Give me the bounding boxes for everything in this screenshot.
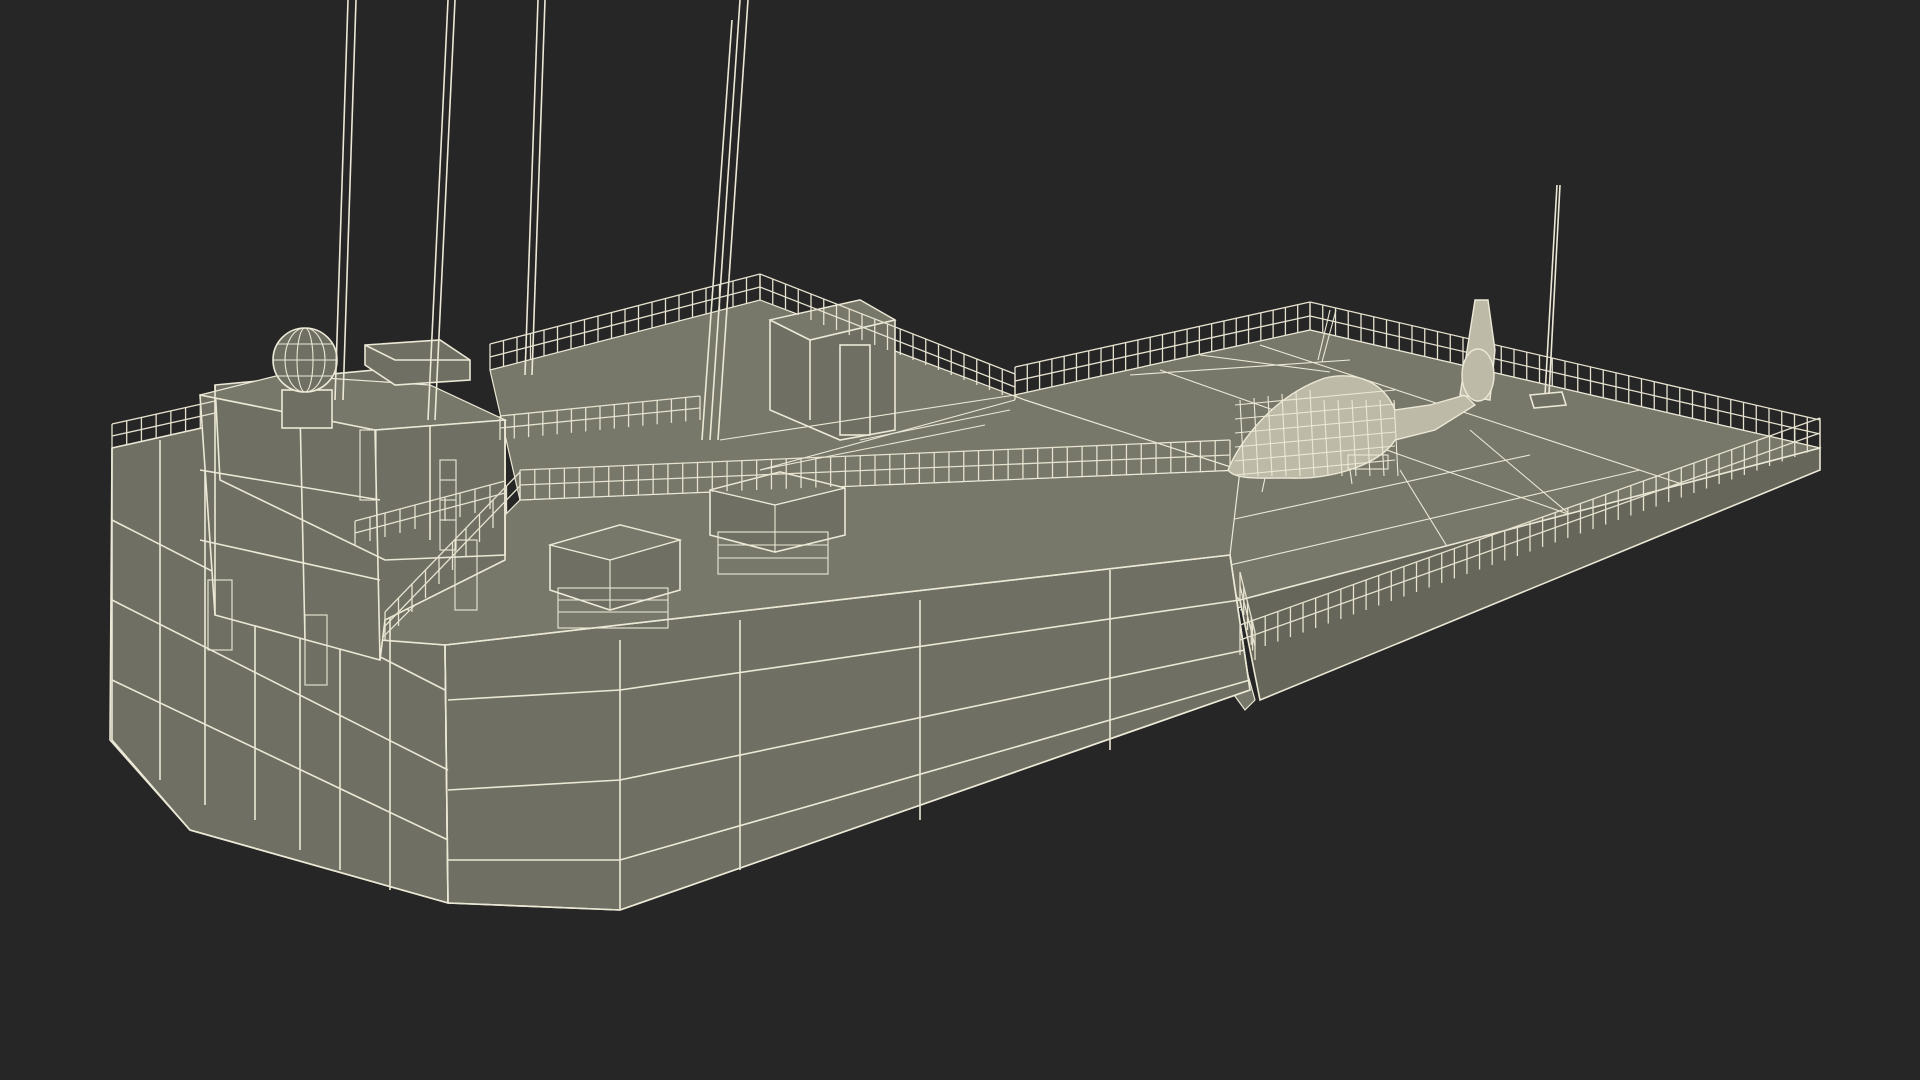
render-viewport (0, 0, 1920, 1080)
radar-dome (272, 327, 338, 429)
antenna-3b (531, 0, 546, 376)
antenna-1 (334, 0, 349, 401)
antenna-3 (524, 0, 539, 376)
wireframe-scene (109, 0, 1822, 911)
antenna-1b (342, 0, 357, 401)
helicopter-fenestron (1461, 348, 1495, 402)
missile-launcher-left (547, 524, 683, 629)
radar-pedestal (281, 389, 333, 429)
